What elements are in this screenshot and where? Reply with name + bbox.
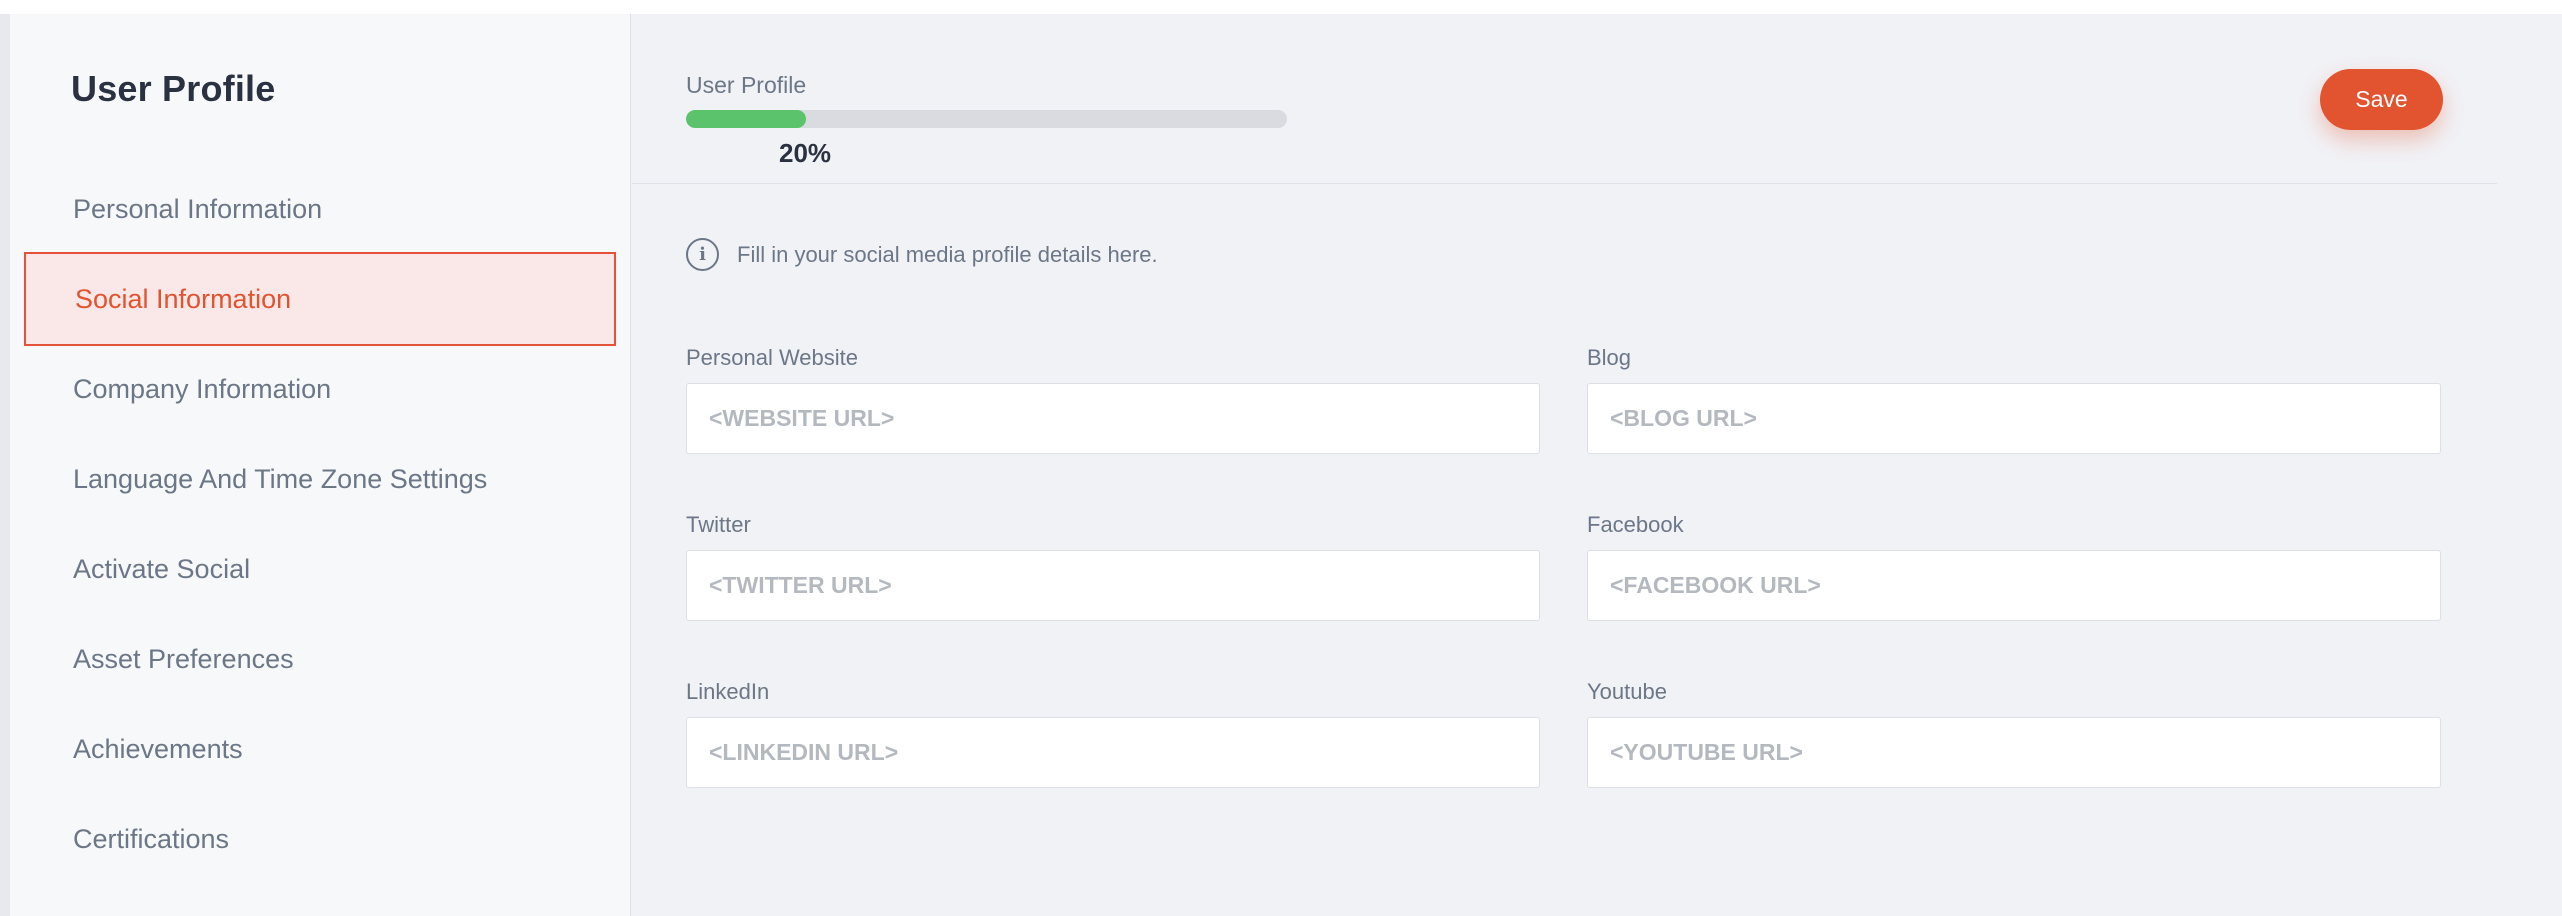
blog-label: Blog xyxy=(1587,345,1632,370)
facebook-input[interactable] xyxy=(1587,550,2441,621)
sidebar-item-asset-preferences[interactable]: Asset Preferences xyxy=(10,614,630,704)
facebook-field: Facebook xyxy=(1587,510,2441,621)
progress-label: User Profile xyxy=(686,72,807,98)
info-text: Fill in your social media profile detail… xyxy=(737,241,1158,267)
linkedin-input[interactable] xyxy=(686,717,1540,788)
sidebar-item-personal-information[interactable]: Personal Information xyxy=(10,164,630,254)
profile-progress-fill xyxy=(686,110,807,128)
main-panel: User Profile 20% Save i Fill in your soc… xyxy=(632,14,2562,916)
sidebar-item-certifications[interactable]: Certifications xyxy=(10,794,630,884)
sidebar-item-social-information[interactable]: Social Information xyxy=(24,252,616,346)
progress-percent: 20% xyxy=(779,138,832,168)
youtube-label: Youtube xyxy=(1587,679,1667,704)
info-note: i Fill in your social media profile deta… xyxy=(686,238,1158,271)
sidebar-nav: Personal Information Social Information … xyxy=(10,164,630,884)
sidebar-title: User Profile xyxy=(71,68,276,109)
save-button[interactable]: Save xyxy=(2320,69,2443,130)
sidebar: User Profile Personal Information Social… xyxy=(10,14,631,916)
personal-website-label: Personal Website xyxy=(686,345,859,370)
blog-field: Blog xyxy=(1587,343,2441,454)
linkedin-label: LinkedIn xyxy=(686,679,770,704)
header-divider xyxy=(632,183,2497,184)
youtube-field: Youtube xyxy=(1587,677,2441,788)
blog-input[interactable] xyxy=(1587,383,2441,454)
twitter-label: Twitter xyxy=(686,512,751,537)
twitter-input[interactable] xyxy=(686,550,1540,621)
info-icon: i xyxy=(686,238,719,271)
personal-website-input[interactable] xyxy=(686,383,1540,454)
facebook-label: Facebook xyxy=(1587,512,1684,537)
top-strip xyxy=(0,0,2562,14)
sidebar-item-activate-social[interactable]: Activate Social xyxy=(10,524,630,614)
linkedin-field: LinkedIn xyxy=(686,677,1540,788)
twitter-field: Twitter xyxy=(686,510,1540,621)
sidebar-item-achievements[interactable]: Achievements xyxy=(10,704,630,794)
sidebar-item-company-information[interactable]: Company Information xyxy=(10,344,630,434)
profile-progress-bar xyxy=(686,110,1287,128)
sidebar-item-language-and-time-zone-settings[interactable]: Language And Time Zone Settings xyxy=(10,434,630,524)
personal-website-field: Personal Website xyxy=(686,343,1540,454)
youtube-input[interactable] xyxy=(1587,717,2441,788)
left-edge-strip xyxy=(0,14,10,916)
